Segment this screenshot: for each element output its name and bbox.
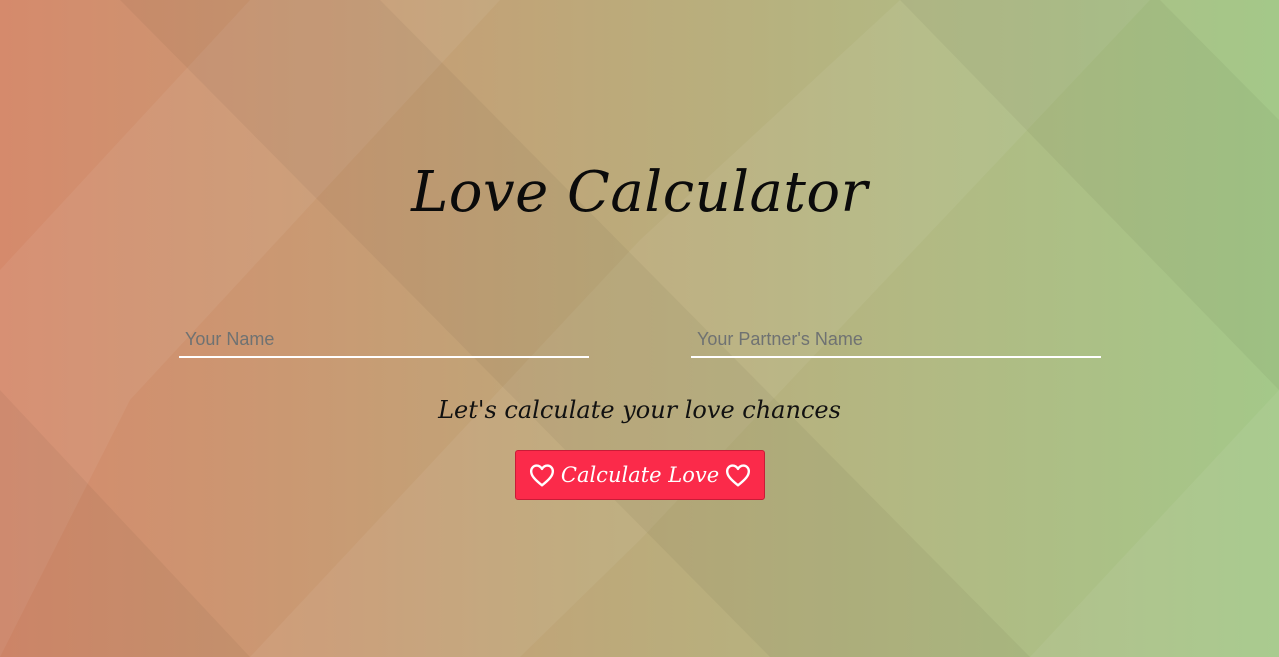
calculate-love-label: Calculate Love: [560, 463, 720, 487]
your-name-field: [179, 322, 589, 358]
love-calculator-form: Love Calculator Let's calculate your lov…: [0, 0, 1279, 657]
heart-outline-icon: [529, 463, 555, 487]
partner-name-input[interactable]: [691, 322, 1101, 356]
calculate-love-button[interactable]: Calculate Love: [515, 450, 765, 500]
subtitle-text: Let's calculate your love chances: [438, 396, 841, 424]
page-title: Love Calculator: [411, 160, 868, 225]
partner-name-field: [691, 322, 1101, 358]
your-name-input[interactable]: [179, 322, 589, 356]
heart-outline-icon: [725, 463, 751, 487]
